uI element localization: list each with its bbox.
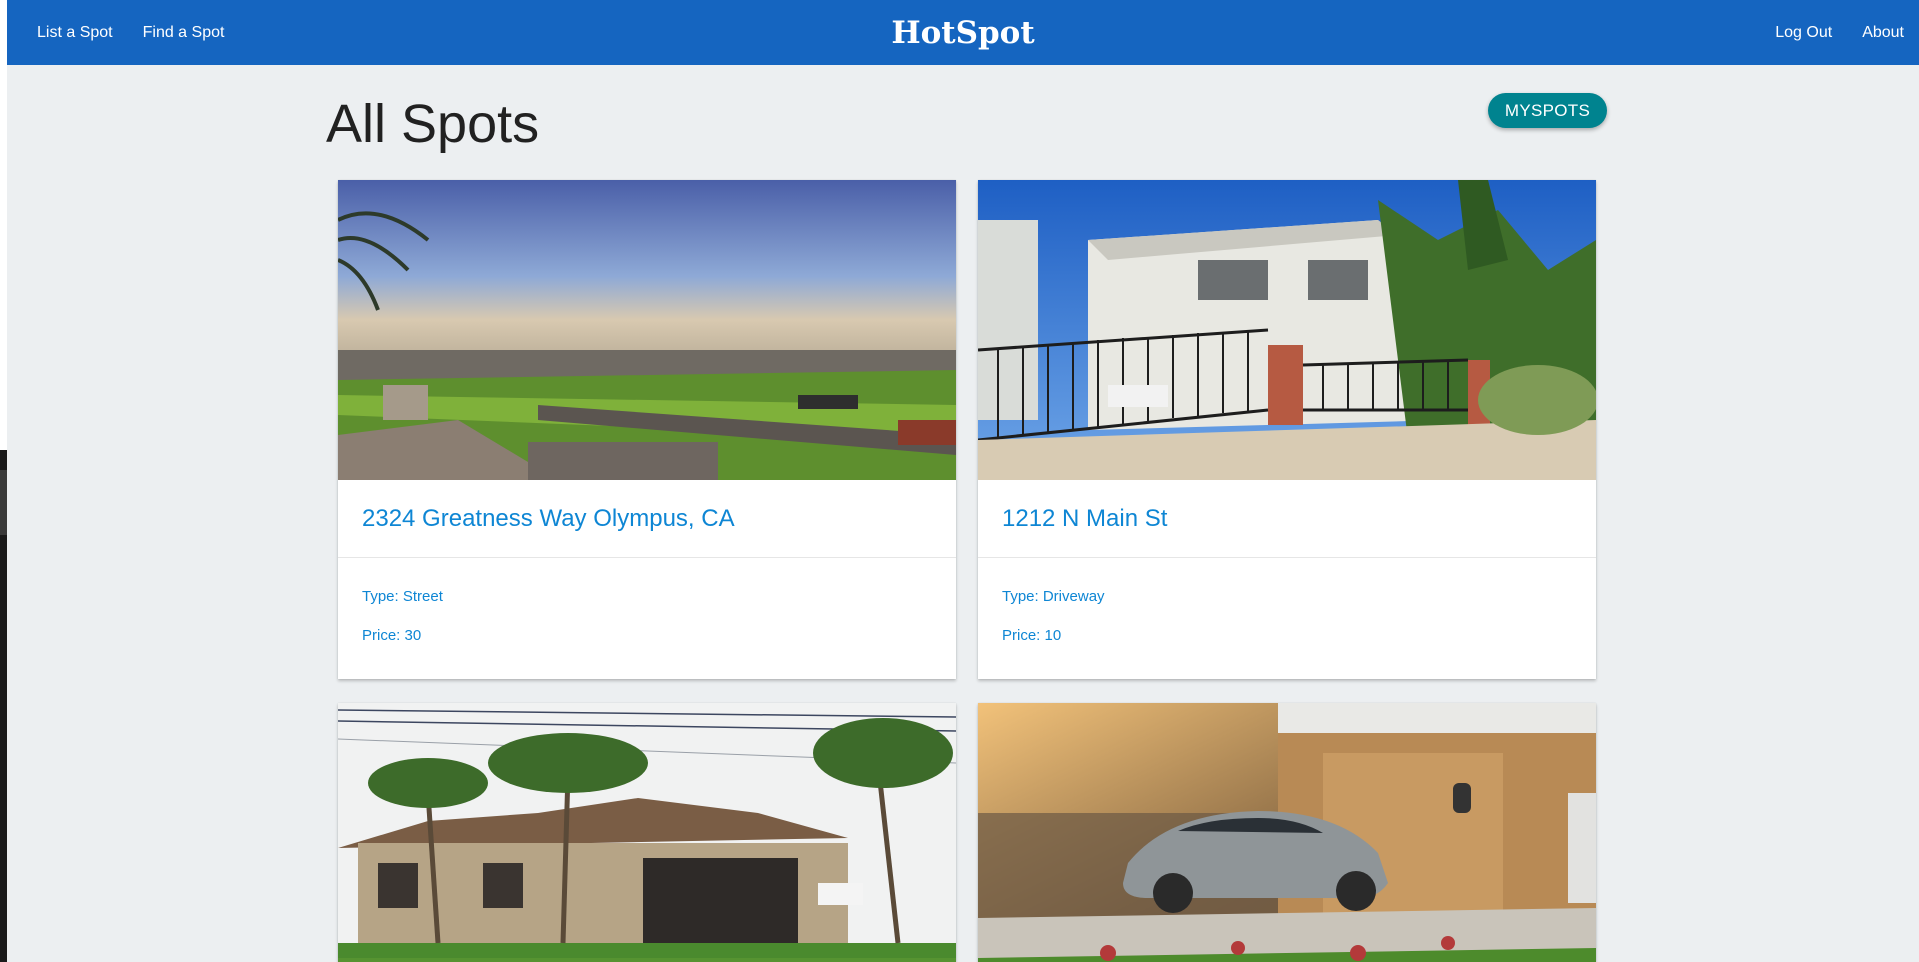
brand-logo[interactable]: HotSpot — [891, 15, 1034, 51]
spot-address[interactable]: 2324 Greatness Way Olympus, CA — [338, 505, 735, 533]
spot-price: Price: 10 — [1002, 627, 1062, 644]
spot-photo-house-gate — [978, 180, 1596, 480]
spot-card[interactable]: 1212 N Main St Type: Driveway Price: 10 — [978, 180, 1596, 679]
myspots-button[interactable]: MYSPOTS — [1488, 93, 1607, 128]
spot-address[interactable]: 1212 N Main St — [978, 505, 1167, 533]
spot-card[interactable]: 2324 Greatness Way Olympus, CA Type: Str… — [338, 180, 956, 679]
nav-left-group: List a Spot Find a Spot — [22, 0, 239, 65]
nav-list-a-spot[interactable]: List a Spot — [22, 24, 128, 42]
spot-card[interactable] — [338, 703, 956, 962]
spot-card-details: Type: Street Price: 30 — [338, 558, 956, 679]
spot-card-details: Type: Driveway Price: 10 — [978, 558, 1596, 679]
left-window-edge-mid — [0, 470, 7, 535]
spot-photo-palm-house — [338, 703, 956, 962]
left-window-edge — [0, 0, 7, 962]
spot-photo-car-garage — [978, 703, 1596, 962]
spot-photo-hillside — [338, 180, 956, 480]
spot-price: Price: 30 — [362, 627, 422, 644]
top-navbar: List a Spot Find a Spot HotSpot Log Out … — [7, 0, 1919, 65]
nav-right-group: Log Out About — [1760, 0, 1919, 65]
spot-card[interactable] — [978, 703, 1596, 962]
spot-card-header: 1212 N Main St — [978, 480, 1596, 558]
spot-card-header: 2324 Greatness Way Olympus, CA — [338, 480, 956, 558]
page-title: All Spots — [326, 94, 540, 154]
brand-logo-wrap: HotSpot — [7, 0, 1919, 65]
nav-find-a-spot[interactable]: Find a Spot — [128, 24, 240, 42]
nav-log-out[interactable]: Log Out — [1760, 24, 1847, 42]
spot-type: Type: Driveway — [1002, 588, 1105, 605]
nav-about[interactable]: About — [1847, 24, 1919, 42]
spot-type: Type: Street — [362, 588, 443, 605]
